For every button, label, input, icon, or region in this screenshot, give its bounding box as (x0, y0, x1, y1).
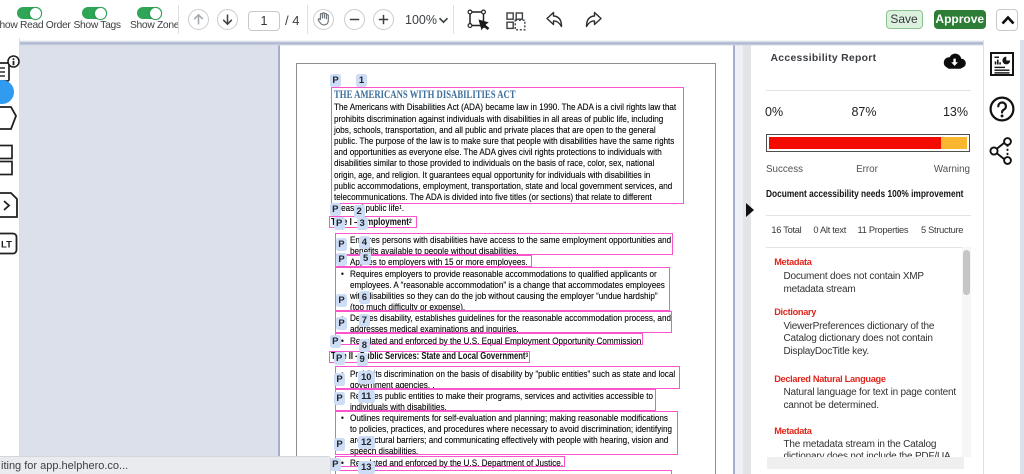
svg-text:LT: LT (1, 240, 12, 251)
